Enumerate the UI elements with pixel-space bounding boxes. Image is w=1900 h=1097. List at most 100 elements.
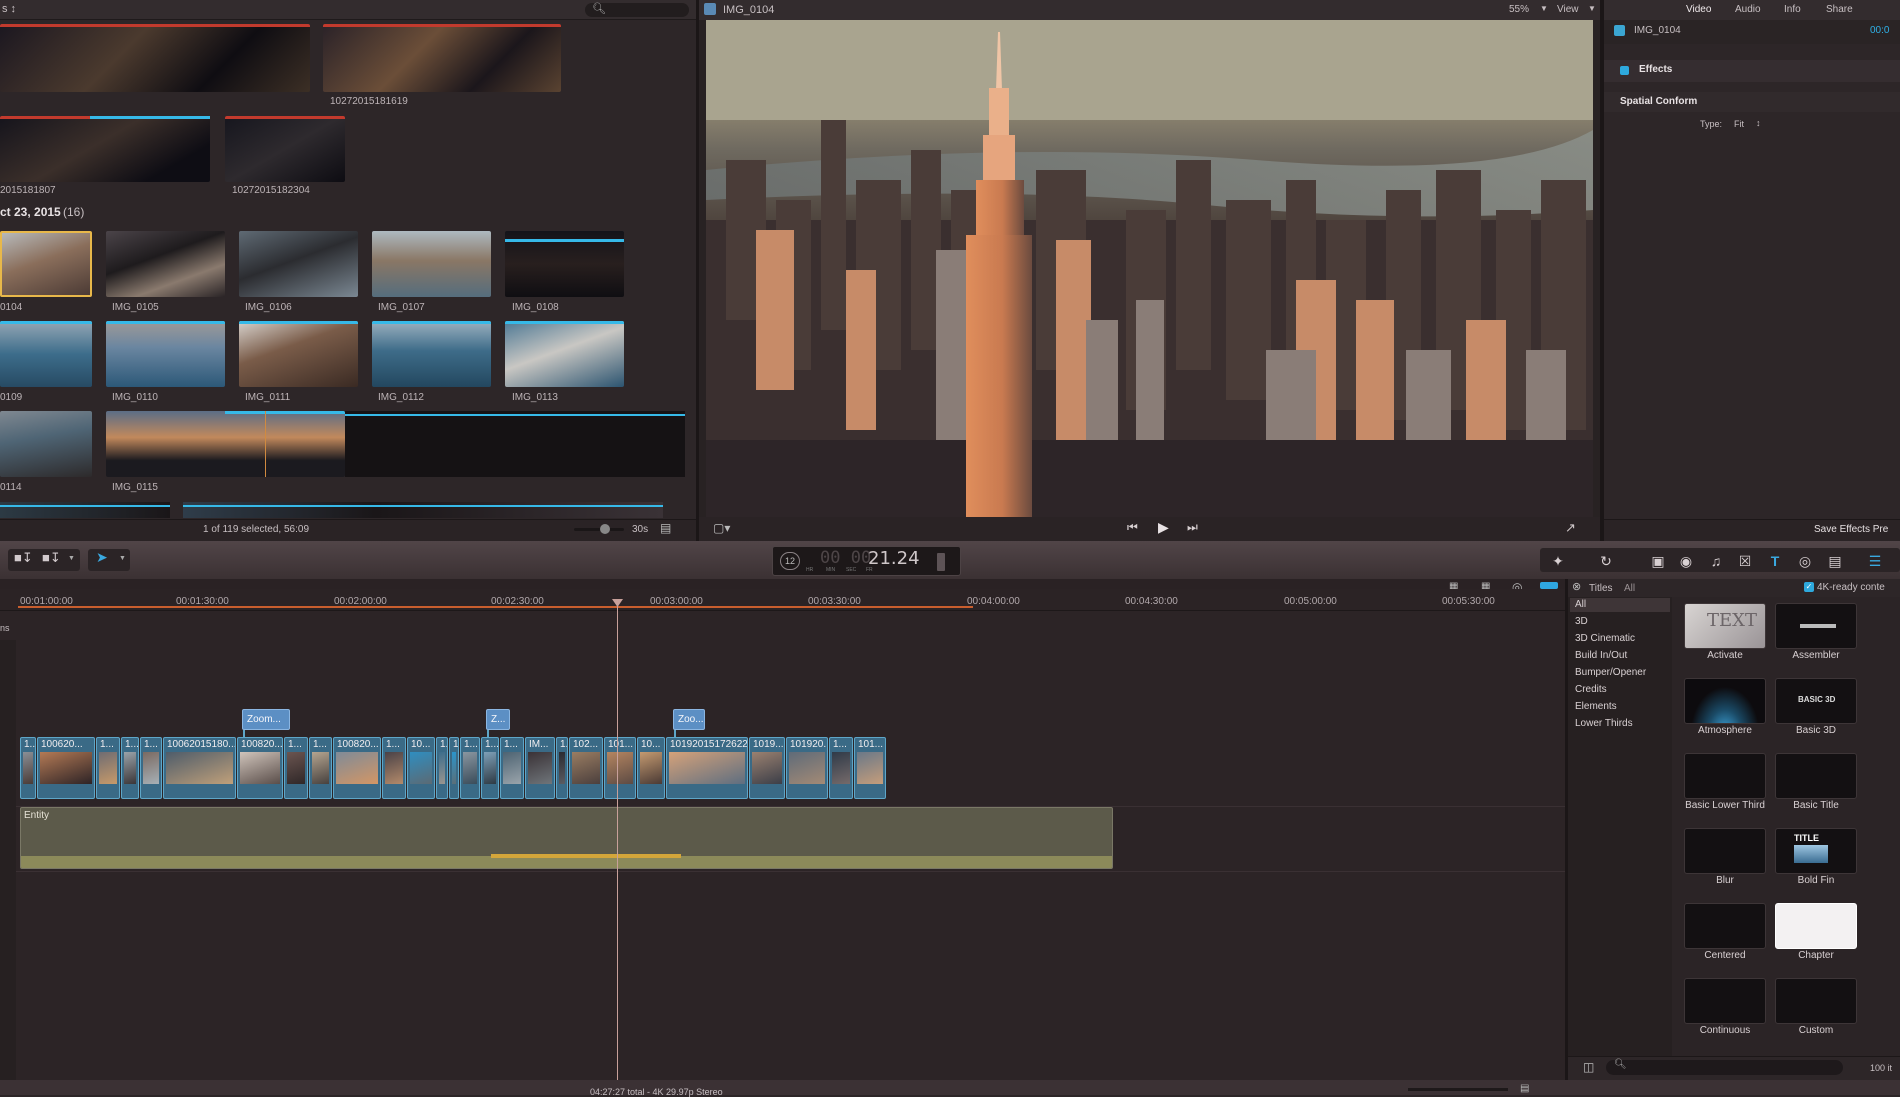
chevron-down-icon[interactable]: ▼	[68, 555, 75, 562]
category-item[interactable]: Lower Thirds	[1575, 718, 1633, 729]
browser-clip[interactable]	[323, 24, 561, 92]
timeline-clip[interactable]: 1...	[449, 737, 459, 799]
append-clip-icon[interactable]: ■↧	[14, 550, 33, 566]
chevron-down-icon[interactable]: ▼	[1540, 4, 1548, 13]
fullscreen-icon[interactable]: ↗	[1565, 520, 1576, 536]
tab-video[interactable]: Video	[1686, 4, 1711, 15]
tab-share[interactable]: Share	[1826, 4, 1853, 15]
skimming-toggle[interactable]	[1540, 582, 1558, 589]
clip-duration-slider-knob[interactable]	[600, 524, 610, 534]
retime-icon[interactable]: ↻	[1596, 551, 1616, 571]
enhance-icon[interactable]: ✦	[1548, 551, 1568, 571]
titles-search-input[interactable]	[1606, 1060, 1843, 1075]
timeline-clip[interactable]: 1...	[382, 737, 406, 799]
clip-appearance-icon[interactable]: ▤	[660, 521, 671, 535]
tab-info[interactable]: Info	[1784, 4, 1801, 15]
effects-checkbox[interactable]	[1620, 66, 1629, 75]
type-popup[interactable]: Fit	[1734, 119, 1744, 129]
viewer-view-menu[interactable]: View	[1557, 4, 1579, 15]
title-thumb-bold-fin[interactable]: TITLE	[1775, 828, 1857, 874]
audio-meter-icon[interactable]	[937, 553, 945, 571]
transitions-icon[interactable]: ☒	[1735, 551, 1755, 571]
timeline-clip[interactable]: 1...	[460, 737, 480, 799]
themes-icon[interactable]: ▤	[1825, 551, 1845, 571]
timeline-clip[interactable]: 1...	[121, 737, 139, 799]
timeline-clip[interactable]: 10...	[637, 737, 665, 799]
filmstrip-continuation[interactable]	[345, 411, 685, 477]
filmstrip-partial[interactable]	[183, 502, 663, 518]
browser-clip[interactable]	[106, 231, 225, 297]
audio-clip[interactable]: Entity	[20, 807, 1113, 869]
timeline-clip[interactable]: 102...	[569, 737, 603, 799]
zoom-slider[interactable]	[1408, 1088, 1508, 1091]
filmstrip-partial[interactable]	[0, 502, 170, 518]
browser-clip-selected[interactable]	[0, 231, 92, 297]
title-thumb-centered[interactable]	[1684, 903, 1766, 949]
category-item[interactable]: Credits	[1575, 684, 1607, 695]
next-edit-icon[interactable]: ⏭︎	[1187, 520, 1198, 535]
timeline-clip[interactable]: 1...	[481, 737, 499, 799]
titles-icon[interactable]: T	[1765, 551, 1785, 571]
sidebar-toggle-icon[interactable]: ◫	[1583, 1060, 1594, 1074]
timeline-clip[interactable]: 1...	[829, 737, 853, 799]
title-thumb-basic-title[interactable]	[1775, 753, 1857, 799]
browser-clip[interactable]	[239, 321, 358, 387]
save-effects-preset-button[interactable]: Save Effects Pre	[1814, 524, 1888, 535]
title-thumb-activate[interactable]: TEXT	[1684, 603, 1766, 649]
browser-clip[interactable]	[106, 411, 345, 477]
title-clip[interactable]: Z...	[486, 709, 510, 730]
title-thumb-assembler[interactable]	[1775, 603, 1857, 649]
video-frame[interactable]	[706, 20, 1593, 517]
category-item[interactable]: Build In/Out	[1575, 650, 1627, 661]
overwrite-clip-icon[interactable]: ■↧	[42, 550, 61, 566]
category-item[interactable]: Elements	[1575, 701, 1617, 712]
browser-clip[interactable]	[239, 231, 358, 297]
timeline-clip[interactable]: 10192015172622	[666, 737, 748, 799]
timeline-clip[interactable]: 1...	[309, 737, 332, 799]
timeline-clip[interactable]: 101920...	[786, 737, 828, 799]
category-item[interactable]: 3D	[1575, 616, 1588, 627]
timeline-clip[interactable]: 1...	[500, 737, 524, 799]
chevron-updown-icon[interactable]: ↕	[1756, 118, 1761, 128]
browser-clip[interactable]	[225, 116, 345, 182]
title-thumb-custom[interactable]	[1775, 978, 1857, 1024]
timeline-clip[interactable]: 101...	[854, 737, 886, 799]
timeline-clip[interactable]: 100820...	[333, 737, 381, 799]
browser-filter-label[interactable]: s ↕	[2, 3, 16, 15]
browser-clip[interactable]	[0, 321, 92, 387]
timeline-clip[interactable]: 1...	[436, 737, 448, 799]
play-icon[interactable]: ▶︎	[1158, 519, 1169, 536]
timeline-clip[interactable]: 100820...	[237, 737, 283, 799]
browser-clip[interactable]	[372, 321, 491, 387]
browser-clip[interactable]	[505, 231, 624, 297]
category-item[interactable]: Bumper/Opener	[1575, 667, 1646, 678]
browser-clip[interactable]	[0, 24, 310, 92]
clip-appearance-icon[interactable]: ▤	[1520, 1083, 1529, 1094]
title-thumb-blur[interactable]	[1684, 828, 1766, 874]
chevron-down-icon[interactable]: ▼	[119, 555, 126, 562]
browser-clip[interactable]	[505, 321, 624, 387]
title-thumb-basic3d[interactable]: BASIC 3D	[1775, 678, 1857, 724]
inspector-toggle-icon[interactable]: ☰	[1865, 551, 1885, 571]
title-thumb-basic-lower-third[interactable]	[1684, 753, 1766, 799]
title-clip[interactable]: Zoom...	[242, 709, 290, 730]
browser-clip[interactable]	[106, 321, 225, 387]
timeline-clip[interactable]: 10062015180...	[163, 737, 236, 799]
playhead[interactable]	[617, 600, 618, 1080]
select-tool-icon[interactable]: ➤	[96, 549, 108, 566]
transform-icon[interactable]: ▢▾	[713, 521, 730, 535]
media-browser-icon[interactable]: ▣	[1648, 551, 1668, 571]
timeline-clip[interactable]: 1...	[96, 737, 120, 799]
category-item[interactable]: All	[1575, 599, 1586, 610]
browser-clip[interactable]	[372, 231, 491, 297]
browser-clip[interactable]	[0, 411, 92, 477]
timeline-clip[interactable]: 1...	[140, 737, 162, 799]
timeline-clip[interactable]: 101...	[604, 737, 636, 799]
timeline-clip[interactable]: IM...	[525, 737, 555, 799]
timeline-clip[interactable]: 10...	[407, 737, 435, 799]
generators-icon[interactable]: ◎	[1795, 551, 1815, 571]
title-clip[interactable]: Zoo...	[673, 709, 705, 730]
category-item[interactable]: 3D Cinematic	[1575, 633, 1635, 644]
browser-clip[interactable]	[0, 116, 210, 182]
timeline-clip[interactable]: 1...	[556, 737, 568, 799]
